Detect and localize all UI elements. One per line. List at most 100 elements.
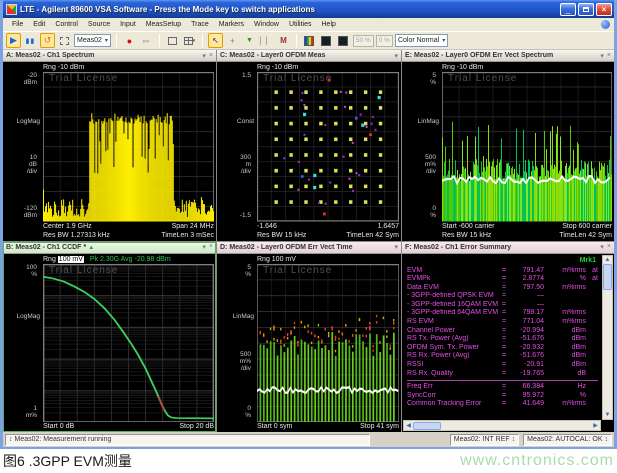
figure-caption: 图6 .3GPP EVM测量 bbox=[3, 451, 460, 471]
colormap-button[interactable] bbox=[302, 33, 317, 48]
help-icon[interactable] bbox=[601, 20, 610, 29]
dark-square-icon bbox=[321, 36, 331, 46]
selection-tool-button[interactable] bbox=[57, 33, 72, 48]
panel-f-header[interactable]: F: Meas02 - Ch1 Error Summary ▾× bbox=[402, 242, 614, 254]
menu-item-trace[interactable]: Trace bbox=[186, 20, 214, 29]
playback-button[interactable]: ▸▸ bbox=[139, 33, 154, 48]
panel-menu-icon[interactable]: ▾ bbox=[600, 52, 604, 60]
trial-license-watermark: Trial License bbox=[49, 265, 118, 276]
close-button[interactable]: × bbox=[596, 3, 612, 16]
vertical-scrollbar[interactable]: ▲ ▼ bbox=[602, 255, 613, 421]
reference-status[interactable]: Meas02: INT REF↕ bbox=[450, 434, 519, 446]
panel-e-header[interactable]: E: Meas02 - Layer0 OFDM Err Vect Spectru… bbox=[402, 50, 614, 62]
play-button[interactable]: ▶ bbox=[6, 33, 21, 48]
trace-dark2-button[interactable] bbox=[336, 33, 351, 48]
autocal-status[interactable]: Meas02: AUTOCAL: OK↕ bbox=[523, 434, 612, 446]
pointer-tool-button[interactable]: ↖ bbox=[208, 33, 223, 48]
grid-layout-button[interactable]: ▾ bbox=[182, 33, 197, 48]
panel-menu-icon[interactable]: ▾ bbox=[202, 52, 206, 60]
panel-menu-icon[interactable]: ▾ bbox=[394, 52, 398, 60]
minimize-button[interactable]: _ bbox=[560, 3, 576, 16]
menu-item-window[interactable]: Window bbox=[249, 20, 284, 29]
menu-item-meassetup[interactable]: MeasSetup bbox=[141, 20, 186, 29]
marker-m-button[interactable]: M bbox=[276, 33, 291, 48]
panel-e-title: E: Meas02 - Layer0 OFDM Err Vect Spectru… bbox=[405, 52, 600, 59]
spectrum-plot[interactable] bbox=[43, 72, 214, 222]
spinner-icon[interactable]: ↕ bbox=[605, 436, 609, 443]
menu-item-source[interactable]: Source bbox=[83, 20, 115, 29]
summary-row: Common Tracking Error=41.649m%rms bbox=[407, 400, 598, 409]
trial-license-watermark: Trial License bbox=[448, 73, 517, 84]
spinner-icon[interactable]: ↕ bbox=[512, 436, 516, 443]
ccdf-plot[interactable] bbox=[43, 264, 214, 423]
pause-button[interactable]: ▮▮ bbox=[23, 33, 38, 48]
panel-a-header[interactable]: A: Meas02 - Ch1 Spectrum ▾× bbox=[3, 50, 216, 62]
panel-a-title: A: Meas02 - Ch1 Spectrum bbox=[6, 52, 202, 59]
restart-button[interactable]: ↺ bbox=[40, 33, 55, 48]
summary-row: Freq Err=66.384Hz bbox=[407, 383, 598, 392]
menu-item-control[interactable]: Control bbox=[50, 20, 83, 29]
panel-f-error-summary: F: Meas02 - Ch1 Error Summary ▾× Mrk1 EV… bbox=[402, 242, 614, 433]
panel-close-icon[interactable]: × bbox=[209, 52, 213, 60]
horizontal-scrollbar[interactable]: ◀ ▶ bbox=[403, 420, 601, 431]
record-button[interactable]: ● bbox=[122, 33, 137, 48]
panel-menu-icon[interactable]: ▾ bbox=[394, 243, 398, 251]
panel-b-header[interactable]: B: Meas02 - Ch1 CCDF*▲ ▾× bbox=[3, 242, 216, 254]
offset-marker-button[interactable]: ▏▏ bbox=[259, 33, 274, 48]
error-summary-body: Mrk1 EVM=791.47m%rmsatEVMPk=2.8774%atDat… bbox=[402, 254, 614, 433]
measurement-status[interactable]: ↕Meas02: Measurement running bbox=[5, 434, 370, 446]
restore-button[interactable] bbox=[578, 3, 594, 16]
panel-close-icon[interactable]: × bbox=[209, 243, 213, 251]
scroll-left-icon[interactable]: ◀ bbox=[404, 422, 413, 430]
errvect-spectrum-plot[interactable] bbox=[442, 72, 612, 222]
chevron-down-icon: ▾ bbox=[442, 37, 445, 44]
scroll-right-icon[interactable]: ▶ bbox=[591, 422, 600, 430]
panel-d-errvect-time: D: Meas02 - Layer0 OFDM Err Vect Time ▾ … bbox=[217, 242, 401, 433]
panel-e-errvect-spectrum: E: Meas02 - Layer0 OFDM Err Vect Spectru… bbox=[402, 50, 614, 241]
color-low-field[interactable]: 0 % bbox=[376, 35, 393, 47]
summary-row: RS EVM=771.04m%rms bbox=[407, 318, 598, 327]
crosshair-tool-button[interactable]: + bbox=[225, 33, 240, 48]
color-high-field[interactable]: 50 % bbox=[353, 35, 374, 47]
panel-d-header[interactable]: D: Meas02 - Layer0 OFDM Err Vect Time ▾ bbox=[217, 242, 401, 254]
menu-item-markers[interactable]: Markers bbox=[214, 20, 249, 29]
x-axis-row2: Res BW 15 kHzTimeLen 42 Sym bbox=[402, 231, 612, 240]
summary-row: - 3GPP-defined 64QAM EVM=798.17m%rms bbox=[407, 309, 598, 318]
scroll-up-icon[interactable]: ▲ bbox=[603, 256, 612, 264]
menu-item-edit[interactable]: Edit bbox=[28, 20, 50, 29]
panel-close-icon[interactable]: × bbox=[607, 52, 611, 60]
summary-divider bbox=[407, 380, 598, 381]
scroll-down-icon[interactable]: ▼ bbox=[603, 411, 612, 419]
menu-item-file[interactable]: File bbox=[7, 20, 28, 29]
panel-menu-icon[interactable]: ▾ bbox=[600, 243, 604, 251]
title-bar[interactable]: LTE - Agilent 89600 VSA Software - Press… bbox=[3, 0, 614, 18]
panel-a-spectrum: A: Meas02 - Ch1 Spectrum ▾× Rng -10 dBm … bbox=[3, 50, 216, 241]
color-mode-value: Color Normal bbox=[398, 37, 439, 44]
record-icon: ● bbox=[127, 36, 132, 46]
panel-menu-icon[interactable]: ▾ bbox=[202, 243, 206, 251]
vertical-scroll-thumb[interactable] bbox=[603, 264, 612, 290]
horizontal-scroll-thumb[interactable] bbox=[413, 422, 441, 430]
spinner-icon[interactable]: ↕ bbox=[9, 436, 13, 443]
panel-b-ccdf: B: Meas02 - Ch1 CCDF*▲ ▾× Rng 100 mV Pk … bbox=[3, 242, 216, 433]
panel-close-icon[interactable]: × bbox=[607, 243, 611, 251]
y-axis-labels: 1.5 Const 300m/div -1.5 bbox=[217, 72, 257, 222]
marker-triangle-icon: ▼ bbox=[246, 37, 253, 44]
panel-c-header[interactable]: C: Meas02 - Layer0 OFDM Meas ▾ bbox=[217, 50, 401, 62]
crosshair-icon: + bbox=[230, 36, 235, 46]
x-axis-row: Start 0 dBStop 20 dB bbox=[3, 422, 214, 431]
marker-tool-button[interactable]: ▼ bbox=[242, 33, 257, 48]
constellation-plot[interactable] bbox=[257, 72, 399, 222]
site-watermark: www.cntronics.com bbox=[460, 452, 614, 470]
menu-item-input[interactable]: Input bbox=[115, 20, 141, 29]
trace-dark1-button[interactable] bbox=[319, 33, 334, 48]
cursor-arrow-icon: ↖ bbox=[212, 36, 219, 45]
measurement-select[interactable]: Meas02▾ bbox=[74, 34, 111, 47]
errvect-time-plot[interactable] bbox=[257, 264, 399, 423]
menu-item-help[interactable]: Help bbox=[317, 20, 341, 29]
menu-item-utilities[interactable]: Utilities bbox=[284, 20, 317, 29]
selection-icon bbox=[60, 37, 69, 45]
single-layout-button[interactable] bbox=[165, 33, 180, 48]
color-mode-select[interactable]: Color Normal▾ bbox=[395, 34, 448, 47]
playback-icon: ▸▸ bbox=[143, 37, 150, 45]
